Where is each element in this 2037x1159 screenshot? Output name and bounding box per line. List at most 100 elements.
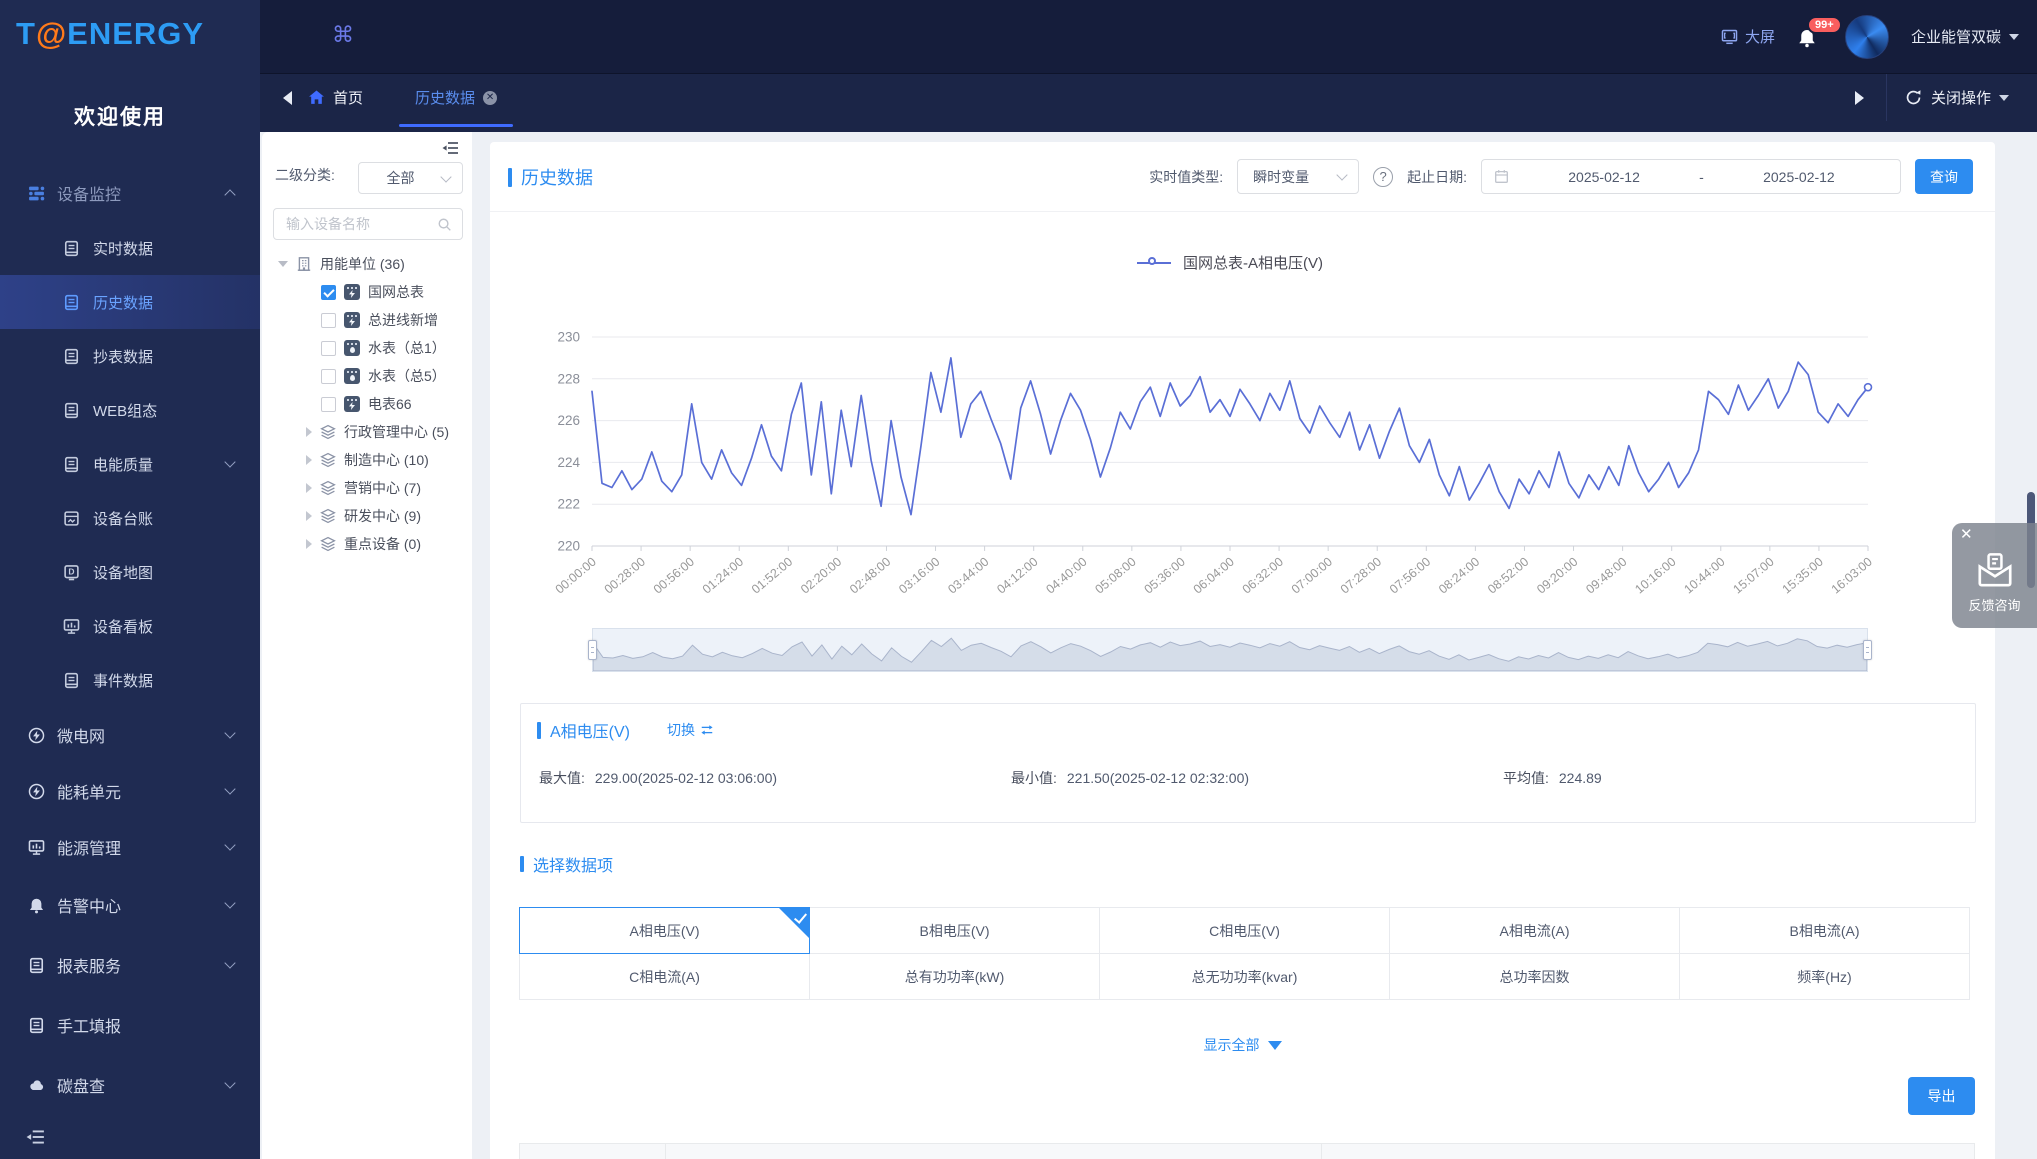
sidebar-item-web-scada[interactable]: WEB组态 — [0, 383, 260, 437]
data-item-phase-b-current[interactable]: B相电流(A) — [1679, 907, 1970, 954]
checkbox[interactable] — [321, 313, 336, 328]
tab-history-data[interactable]: 历史数据 ✕ — [405, 74, 507, 121]
search-icon[interactable] — [437, 217, 452, 232]
svg-text:04:12:00: 04:12:00 — [994, 555, 1040, 597]
tree-group-manufacturing-center[interactable]: 制造中心 (10) — [262, 446, 472, 474]
tree-collapse-caret-icon[interactable] — [306, 539, 312, 549]
sidebar-item-alarm-center[interactable]: 告警中心 — [0, 875, 260, 935]
date-range-picker[interactable]: 2025-02-12 - 2025-02-12 — [1481, 159, 1901, 194]
sidebar-item-energy-consumption-unit[interactable]: 能耗单元 — [0, 763, 260, 819]
welcome-text: 欢迎使用 — [0, 101, 240, 131]
checkbox[interactable] — [321, 369, 336, 384]
query-button[interactable]: 查询 — [1915, 159, 1973, 194]
data-item-phase-a-voltage[interactable]: A相电压(V) — [519, 907, 810, 954]
sidebar-item-meter-reading-data[interactable]: 抄表数据 — [0, 329, 260, 383]
data-item-phase-c-current[interactable]: C相电流(A) — [519, 953, 810, 1000]
sidebar-item-history-data[interactable]: 历史数据 — [0, 275, 260, 329]
tree-collapse-caret-icon[interactable] — [306, 483, 312, 493]
sidebar-item-carbon-inventory[interactable]: 碳盘查 — [0, 1055, 260, 1115]
select-data-items-title: 选择数据项 — [520, 852, 613, 876]
sidebar-item-energy-management[interactable]: 能源管理 — [0, 819, 260, 875]
svg-text:05:08:00: 05:08:00 — [1092, 555, 1138, 597]
sidebar-item-label: 历史数据 — [93, 292, 153, 313]
avatar[interactable] — [1845, 15, 1889, 59]
sidebar-item-device-ledger[interactable]: 设备台账 — [0, 491, 260, 545]
svg-text:01:52:00: 01:52:00 — [749, 555, 795, 597]
tree-group-marketing-center[interactable]: 营销中心 (7) — [262, 474, 472, 502]
tree-node-energy-units[interactable]: 用能单位 (36) — [262, 250, 472, 278]
device-search-input[interactable] — [284, 215, 437, 233]
datazoom-mini-chart — [593, 629, 1867, 671]
data-item-frequency[interactable]: 频率(Hz) — [1679, 953, 1970, 1000]
tree-item-water-meter-total-1[interactable]: 水表（总1） — [262, 334, 472, 362]
feedback-widget[interactable]: ✕ 反馈咨询 — [1952, 523, 2037, 628]
show-all-toggle[interactable]: 显示全部 — [490, 1035, 1995, 1055]
sidebar-item-device-monitoring[interactable]: 设备监控 — [0, 165, 260, 221]
big-screen-link[interactable]: 大屏 — [1721, 26, 1775, 47]
sidebar-item-power-quality[interactable]: 电能质量 — [0, 437, 260, 491]
tree-group-rd-center[interactable]: 研发中心 (9) — [262, 502, 472, 530]
data-item-total-power-factor[interactable]: 总功率因数 — [1389, 953, 1680, 1000]
checkbox[interactable] — [321, 341, 336, 356]
checkbox[interactable] — [321, 397, 336, 412]
help-icon[interactable]: ? — [1373, 167, 1393, 187]
tree-item-water-meter-total-5[interactable]: 水表（总5） — [262, 362, 472, 390]
tree-item-main-incoming-new[interactable]: 总进线新增 — [262, 306, 472, 334]
sidebar-item-microgrid[interactable]: 微电网 — [0, 707, 260, 763]
tab-bar: 首页 历史数据 ✕ 关闭操作 — [260, 73, 2037, 132]
sidebar-item-device-board[interactable]: 设备看板 — [0, 599, 260, 653]
datazoom-right-handle[interactable] — [1863, 640, 1872, 660]
tree-item-grid-master-meter[interactable]: 国网总表 — [262, 278, 472, 306]
chevron-down-icon — [224, 456, 235, 467]
notifications-button[interactable]: 99+ — [1797, 22, 1823, 52]
sidebar-item-device-map[interactable]: 设备地图 — [0, 545, 260, 599]
doc-icon — [63, 402, 80, 419]
chart-legend[interactable]: 国网总表-A相电压(V) — [1137, 252, 1323, 273]
data-item-total-active-power[interactable]: 总有功功率(kW) — [809, 953, 1100, 1000]
org-switcher[interactable]: 企业能管双碳 — [1911, 26, 2019, 47]
tree-collapse-icon[interactable] — [442, 141, 459, 155]
collapse-sidebar-icon[interactable] — [26, 1129, 45, 1145]
category-select[interactable]: 全部 — [358, 162, 463, 194]
sidebar-item-event-data[interactable]: 事件数据 — [0, 653, 260, 707]
feedback-mail-icon — [1977, 553, 2013, 587]
date-start[interactable]: 2025-02-12 — [1515, 169, 1693, 185]
data-item-phase-c-voltage[interactable]: C相电压(V) — [1099, 907, 1390, 954]
tree-collapse-caret-icon[interactable] — [306, 511, 312, 521]
data-item-total-reactive-power[interactable]: 总无功功率(kvar) — [1099, 953, 1390, 1000]
chevron-down-icon — [224, 783, 235, 794]
data-item-phase-b-voltage[interactable]: B相电压(V) — [809, 907, 1100, 954]
sidebar-item-report-service[interactable]: 报表服务 — [0, 935, 260, 995]
sidebar-item-realtime-data[interactable]: 实时数据 — [0, 221, 260, 275]
layers-icon — [320, 480, 336, 496]
tree-expand-icon[interactable] — [278, 261, 288, 267]
svg-text:06:04:00: 06:04:00 — [1191, 555, 1237, 597]
realtime-type-select[interactable]: 瞬时变量 — [1237, 159, 1359, 194]
tree-collapse-caret-icon[interactable] — [306, 455, 312, 465]
datazoom-slider[interactable] — [592, 628, 1868, 672]
checkbox-checked[interactable] — [321, 285, 336, 300]
date-end[interactable]: 2025-02-12 — [1710, 169, 1888, 185]
switch-metric-link[interactable]: 切换 — [667, 720, 714, 740]
sidebar-item-manual-entry[interactable]: 手工填报 — [0, 995, 260, 1055]
tab-close-icon[interactable]: ✕ — [483, 91, 497, 105]
doc-icon — [28, 957, 45, 974]
tree-group-admin-center[interactable]: 行政管理中心 (5) — [262, 418, 472, 446]
chevron-down-icon — [1999, 95, 2009, 101]
apps-grid-icon[interactable]: ⌘ — [332, 24, 354, 46]
data-item-phase-a-current[interactable]: A相电流(A) — [1389, 907, 1680, 954]
export-button[interactable]: 导出 — [1908, 1077, 1975, 1115]
sidebar-item-label: 设备看板 — [93, 616, 153, 637]
tabs-scroll-right-icon[interactable] — [1855, 91, 1864, 105]
datazoom-left-handle[interactable] — [588, 640, 597, 660]
close-operations-dropdown[interactable]: 关闭操作 — [1931, 87, 2037, 108]
tree-group-key-equipment[interactable]: 重点设备 (0) — [262, 530, 472, 558]
data-table-header — [520, 1143, 1975, 1159]
refresh-icon[interactable] — [1905, 89, 1922, 106]
tree-item-meter-66[interactable]: 电表66 — [262, 390, 472, 418]
tree-collapse-caret-icon[interactable] — [306, 427, 312, 437]
tab-home[interactable]: 首页 — [308, 87, 363, 108]
tabs-scroll-left-icon[interactable] — [283, 91, 292, 105]
close-icon[interactable]: ✕ — [1960, 527, 1973, 542]
layers-icon — [320, 424, 336, 440]
